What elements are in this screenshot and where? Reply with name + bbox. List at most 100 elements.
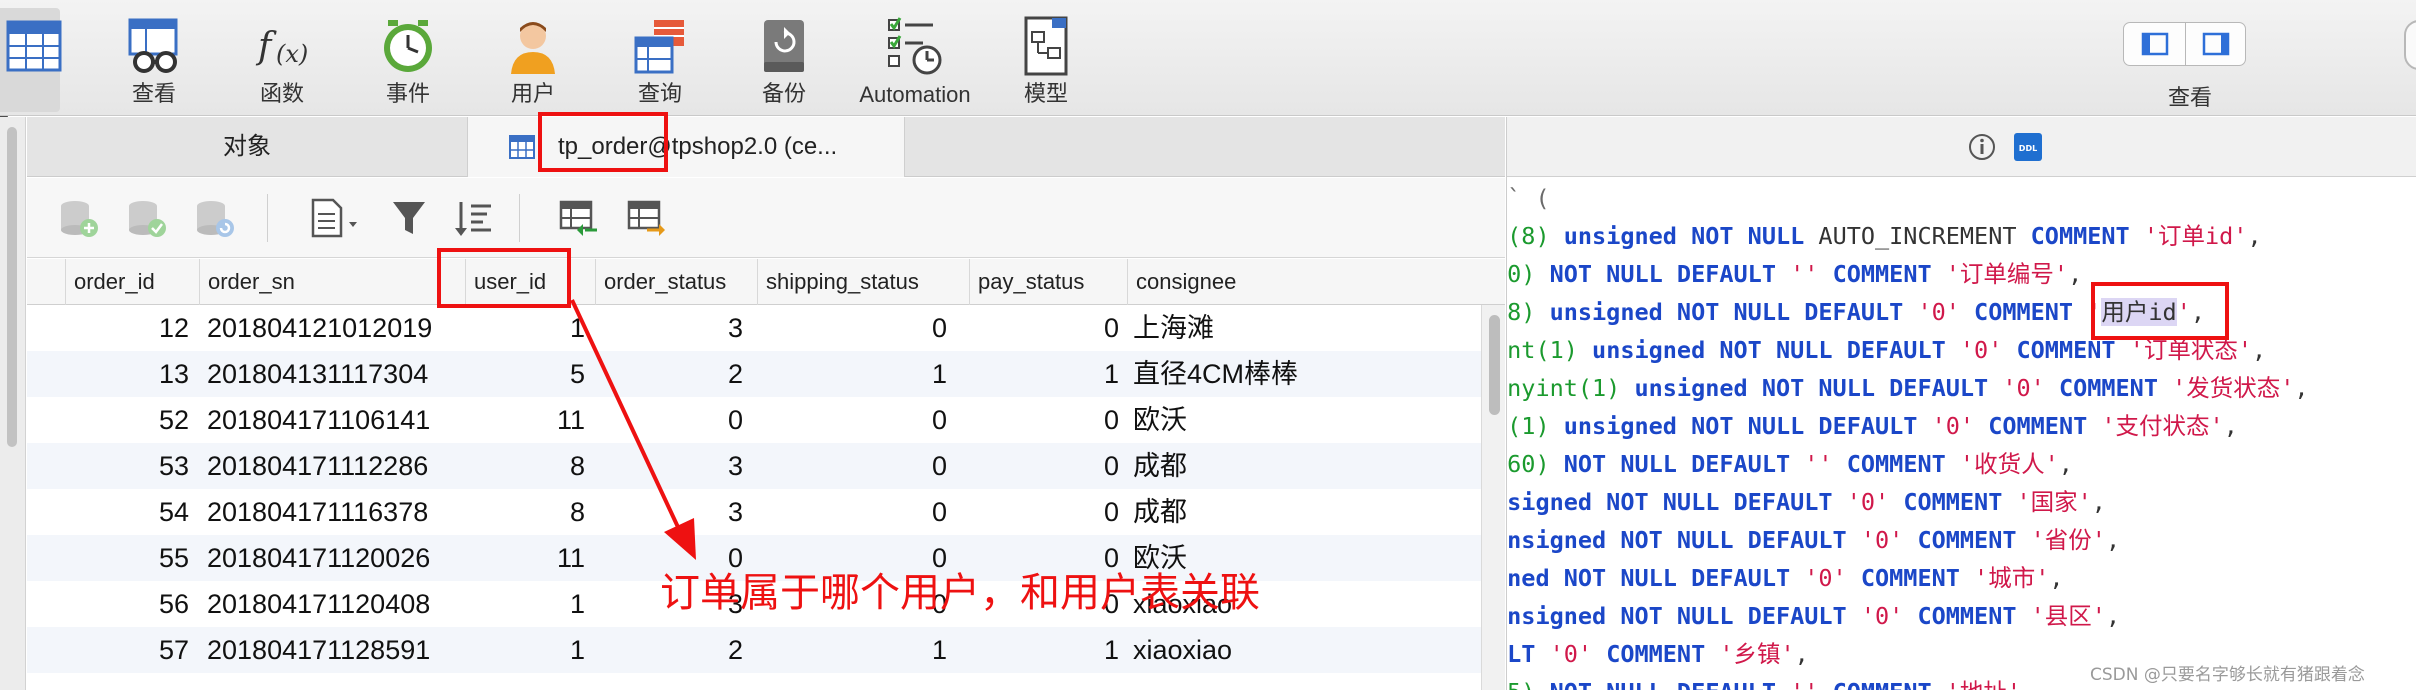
cell-pay-status[interactable]: 1 [969, 627, 1127, 673]
model-icon [1024, 16, 1068, 76]
ddl-token: unsigned NOT NULL DEFAULT [1563, 412, 1932, 440]
ddl-line: (60) NOT NULL DEFAULT '' COMMENT '收货人', [1507, 445, 2073, 483]
cell-consignee[interactable]: 成都 [1127, 489, 1481, 535]
toolbar-table-button[interactable]: 表 [0, 8, 62, 138]
cell-order-sn[interactable]: 201804171106141 [199, 397, 465, 443]
column-header-order-id[interactable]: order_id [65, 259, 157, 305]
ddl-token: '0' [1959, 336, 2017, 364]
toolbar-function-button[interactable]: f (x) 函数 [222, 8, 342, 112]
annotation-box-user-id-comment [2091, 282, 2229, 340]
ddl-token: '地址' [1946, 678, 2021, 690]
toolbar-overflow-button[interactable] [2404, 20, 2416, 70]
cell-order-sn[interactable]: 201804171120026 [199, 535, 465, 581]
toolbar-automation-button[interactable]: Automation [856, 8, 974, 112]
cell-consignee[interactable]: xiaoxiao [1127, 627, 1481, 673]
cell-order-sn[interactable]: 201804171116378 [199, 489, 465, 535]
cell-consignee[interactable]: 直径4CM棒棒 [1127, 351, 1481, 397]
cell-user-id[interactable]: 11 [465, 535, 595, 581]
toolbar-backup-button[interactable]: 备份 [724, 8, 844, 112]
cell-order-id[interactable]: 52 [27, 397, 199, 443]
table-row[interactable]: 57 201804171128591 1 2 1 1 xiaoxiao [27, 627, 1505, 673]
cell-shipping-status[interactable]: 1 [757, 627, 969, 673]
ddl-token: '0' [1804, 564, 1861, 592]
table-row[interactable]: 54 201804171116378 8 3 0 0 成都 [27, 489, 1505, 535]
cell-pay-status[interactable]: 0 [969, 489, 1127, 535]
ddl-line: nsigned NOT NULL DEFAULT '0' COMMENT '国家… [1507, 483, 2106, 521]
cell-user-id[interactable]: 8 [465, 489, 595, 535]
table-row[interactable]: 53 201804171112286 8 3 0 0 成都 [27, 443, 1505, 489]
tab-objects[interactable]: 对象 [27, 117, 467, 177]
toolbar-view-button[interactable]: 查看 [94, 8, 214, 112]
cell-user-id[interactable]: 5 [465, 351, 595, 397]
toolbar-query-button[interactable]: 查询 [600, 8, 720, 112]
cell-consignee[interactable]: 上海滩 [1127, 305, 1481, 351]
apply-changes-icon[interactable] [125, 196, 169, 240]
tab-table-tp-order[interactable]: tp_order@tpshop2.0 (ce... [467, 117, 905, 177]
event-clock-icon [384, 20, 432, 72]
cell-order-sn[interactable]: 201804171112286 [199, 443, 465, 489]
export-icon[interactable] [625, 196, 669, 240]
sort-icon[interactable] [451, 196, 495, 240]
add-record-icon[interactable] [57, 196, 101, 240]
left-scrollbar-thumb[interactable] [7, 127, 17, 447]
grid-scrollbar-thumb[interactable] [1489, 315, 1500, 415]
grid-vertical-scrollbar[interactable] [1481, 305, 1505, 690]
cell-pay-status[interactable]: 0 [969, 397, 1127, 443]
column-header-order-sn[interactable]: order_sn [199, 259, 465, 305]
toolbar-user-button[interactable]: 用户 [473, 8, 593, 112]
column-header-consignee[interactable]: consignee [1127, 259, 1479, 305]
table-row[interactable]: 52 201804171106141 11 0 0 0 欧沃 [27, 397, 1505, 443]
table-row[interactable]: 12 201804121012019 1 3 0 0 上海滩 [27, 305, 1505, 351]
cell-order-id[interactable]: 56 [27, 581, 199, 627]
cell-shipping-status[interactable]: 0 [757, 305, 969, 351]
column-header-shipping-status[interactable]: shipping_status [757, 259, 969, 305]
cell-shipping-status[interactable]: 0 [757, 397, 969, 443]
info-icon[interactable] [1967, 132, 1997, 162]
cell-user-id[interactable]: 1 [465, 627, 595, 673]
text-view-dropdown-icon[interactable] [307, 196, 363, 240]
cell-order-id[interactable]: 53 [27, 443, 199, 489]
cell-user-id[interactable]: 11 [465, 397, 595, 443]
cell-shipping-status[interactable]: 1 [757, 351, 969, 397]
cell-order-sn[interactable]: 201804171128591 [199, 627, 465, 673]
ddl-token: , [2049, 564, 2064, 592]
ddl-token: NOT NULL DEFAULT [1549, 260, 1791, 288]
ddl-token: '0' [1860, 602, 1918, 630]
toolbar-event-button[interactable]: 事件 [348, 8, 468, 112]
ddl-line: gned NOT NULL DEFAULT '0' COMMENT '城市', [1507, 559, 2064, 597]
cell-pay-status[interactable]: 1 [969, 351, 1127, 397]
ddl-token: COMMENT [1860, 564, 1975, 592]
cell-user-id[interactable]: 8 [465, 443, 595, 489]
toggle-right-panel-button[interactable] [2186, 23, 2247, 65]
cell-order-id[interactable]: 55 [27, 535, 199, 581]
ddl-line: t(1) unsigned NOT NULL DEFAULT '0' COMME… [1507, 407, 2238, 445]
cell-order-id[interactable]: 12 [27, 305, 199, 351]
cell-order-id[interactable]: 57 [27, 627, 199, 673]
cell-order-sn[interactable]: 201804171120408 [199, 581, 465, 627]
cell-order-id[interactable]: 13 [27, 351, 199, 397]
column-header-pay-status[interactable]: pay_status [969, 259, 1127, 305]
cell-consignee[interactable]: 成都 [1127, 443, 1481, 489]
ddl-token: unsigned NOT NULL DEFAULT [1506, 526, 1861, 554]
import-icon[interactable] [557, 196, 601, 240]
ddl-token: , [2021, 678, 2035, 690]
toggle-left-panel-button[interactable] [2124, 23, 2185, 65]
cell-shipping-status[interactable]: 0 [757, 443, 969, 489]
cell-pay-status[interactable]: 0 [969, 305, 1127, 351]
cell-order-sn[interactable]: 201804121012019 [199, 305, 465, 351]
toolbar-label: 备份 [761, 81, 806, 106]
cell-order-sn[interactable]: 201804131117304 [199, 351, 465, 397]
ddl-icon[interactable]: DDL [2012, 131, 2044, 163]
cell-user-id[interactable]: 1 [465, 581, 595, 627]
cell-order-id[interactable]: 54 [27, 489, 199, 535]
cell-consignee[interactable]: 欧沃 [1127, 397, 1481, 443]
cell-user-id[interactable]: 1 [465, 305, 595, 351]
cell-pay-status[interactable]: 0 [969, 443, 1127, 489]
filter-icon[interactable] [387, 196, 431, 240]
toolbar-model-button[interactable]: 模型 [986, 8, 1106, 112]
annotation-box-user-id [437, 248, 571, 308]
table-row[interactable]: 13 201804131117304 5 2 1 1 直径4CM棒棒 [27, 351, 1505, 397]
cell-shipping-status[interactable]: 0 [757, 489, 969, 535]
left-scrollbar[interactable] [0, 117, 26, 690]
refresh-records-icon[interactable] [193, 196, 237, 240]
